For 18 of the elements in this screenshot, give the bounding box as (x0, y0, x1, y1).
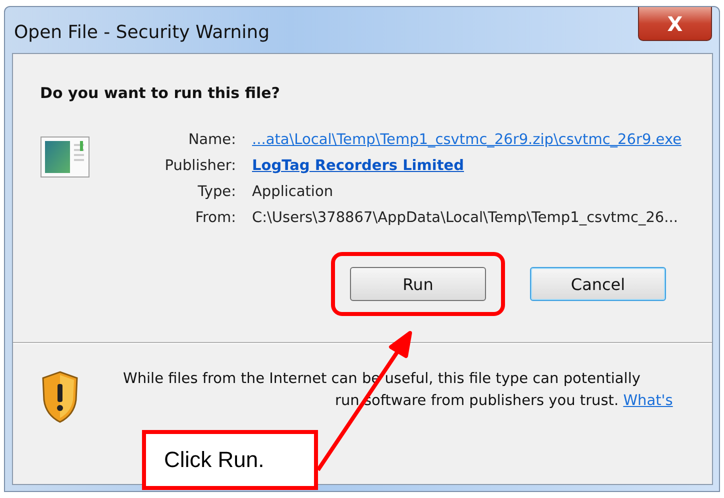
run-button[interactable]: Run (350, 267, 486, 301)
window-title: Open File - Security Warning (13, 20, 270, 42)
publisher-link[interactable]: LogTag Recorders Limited (252, 158, 682, 174)
file-name-link[interactable]: ...ata\Local\Temp\Temp1_csvtmc_26r9.zip\csvtmc_26r9.exe (252, 132, 682, 148)
shield-warning-icon (41, 370, 79, 424)
application-icon (40, 136, 90, 178)
field-value: Application (252, 184, 334, 200)
field-label: Name: (187, 132, 236, 148)
whats-this-link[interactable]: What's (623, 393, 673, 409)
field-value: C:\Users\378867\AppData\Local\Temp\Temp1_csvtmc_26... (252, 210, 679, 226)
callout-text: Click Run. (164, 447, 264, 473)
field-label: Publisher: (164, 158, 236, 174)
field-label: Type: (196, 184, 236, 200)
cancel-button[interactable]: Cancel (530, 267, 666, 301)
warning-text: run software from publishers you trust. (335, 393, 619, 409)
question-text: Do you want to run this file? (40, 84, 281, 102)
field-label: From: (194, 210, 236, 226)
close-button[interactable]: X (638, 7, 712, 41)
